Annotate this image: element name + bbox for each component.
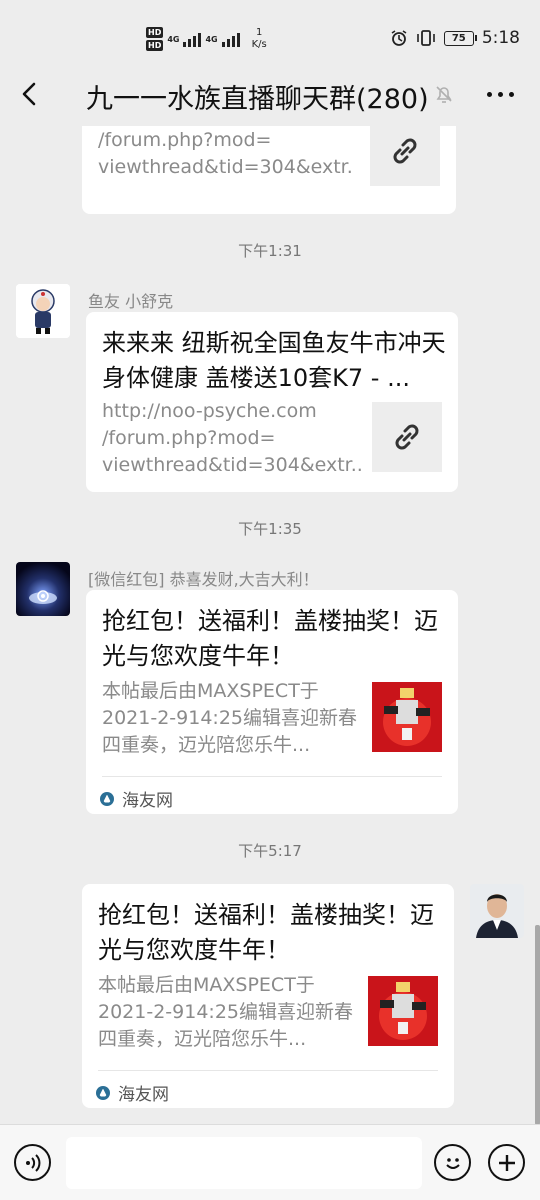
article-card-2[interactable]: 抢红包！送福利！盖楼抽奖！迈光与您欢度牛年！ 本帖最后由MAXSPECT于202… xyxy=(82,884,454,1108)
alarm-icon xyxy=(391,30,407,46)
link-url: http://noo-psyche.com /forum.php?mod= vi… xyxy=(102,400,362,476)
card-divider xyxy=(98,1070,438,1071)
avatar[interactable] xyxy=(16,284,70,338)
article-thumbnail xyxy=(372,682,442,752)
sender-name: 鱼友 小舒克 xyxy=(88,292,174,311)
nav-bar: 九一一水族直播聊天群(280) xyxy=(0,62,540,126)
back-button[interactable] xyxy=(16,76,46,112)
emoji-icon xyxy=(445,1157,460,1169)
source-name: 海友网 xyxy=(118,1085,169,1105)
article-desc: 本帖最后由MAXSPECT于2021-2-914:25编辑喜迎新春四重奏，迈光陪… xyxy=(98,974,353,1050)
link-icon xyxy=(393,138,417,164)
article-title: 抢红包！送福利！盖楼抽奖！迈光与您欢度牛年！ xyxy=(102,607,438,670)
person-avatar-image xyxy=(470,884,524,938)
timestamp: 下午1:31 xyxy=(238,242,302,260)
aquarium-avatar-image xyxy=(16,562,70,616)
clock: 5:18 xyxy=(481,28,520,48)
vibrate-icon xyxy=(417,30,435,46)
source-name: 海友网 xyxy=(122,791,173,811)
network-speed: 1 K/s xyxy=(252,27,267,51)
mute-indicator xyxy=(432,82,456,106)
red-envelope-image xyxy=(368,976,438,1046)
plus-button[interactable] xyxy=(488,1144,525,1181)
signal-icon xyxy=(183,31,202,47)
emoji-button[interactable] xyxy=(434,1144,471,1181)
hd-badge-1: HD xyxy=(146,27,164,38)
input-bar xyxy=(0,1124,540,1200)
status-bar: HD HD 4G 4G 1 K/s 75 5:18 xyxy=(0,0,540,60)
hd-badge-2: HD xyxy=(146,40,164,51)
article-source: 海友网 xyxy=(96,1080,169,1105)
battery-icon: 75 xyxy=(443,30,477,46)
link-url: http://noo-psyche.com /forum.php?mod= vi… xyxy=(98,129,354,178)
bell-off-icon xyxy=(436,86,452,103)
battery-level: 75 xyxy=(451,32,466,44)
message-input[interactable] xyxy=(66,1137,422,1189)
article-thumbnail xyxy=(368,976,438,1046)
link-icon xyxy=(395,424,419,450)
hd-badges: HD HD xyxy=(146,27,164,51)
plus-icon xyxy=(498,1154,515,1171)
speed-unit: K/s xyxy=(251,39,267,50)
link-card-1[interactable]: http://noo-psyche.com /forum.php?mod= vi… xyxy=(82,126,456,214)
more-dots-icon[interactable] xyxy=(487,92,514,97)
scrollbar[interactable] xyxy=(535,925,540,1125)
voice-button[interactable] xyxy=(14,1144,51,1181)
link-card-2[interactable]: 来来来 纽斯祝全国鱼友牛市冲天 身体健康 盖楼送10套K7 - ... http… xyxy=(86,312,458,492)
my-avatar[interactable] xyxy=(470,884,524,938)
link-thumbnail xyxy=(370,126,440,186)
article-source: 海友网 xyxy=(100,786,173,811)
speed-value: 1 xyxy=(256,27,263,38)
chat-area[interactable]: http://noo-psyche.com /forum.php?mod= vi… xyxy=(0,126,540,1126)
network-type-2: 4G xyxy=(205,34,218,44)
link-title: 来来来 纽斯祝全国鱼友牛市冲天 身体健康 盖楼送10套K7 - ... xyxy=(102,329,446,392)
sender-name: [微信红包] 恭喜发财,大吉大利！ xyxy=(88,570,319,589)
timestamp: 下午1:35 xyxy=(238,520,302,538)
source-logo-icon xyxy=(100,791,114,806)
status-right: 75 5:18 xyxy=(390,28,520,48)
cartoon-avatar-image xyxy=(16,284,70,338)
avatar[interactable] xyxy=(16,562,70,616)
link-thumbnail xyxy=(372,402,442,472)
status-left: HD HD 4G 4G 1 K/s xyxy=(146,24,267,54)
card-divider xyxy=(102,776,442,777)
chevron-left-icon xyxy=(22,82,36,106)
red-envelope-image xyxy=(372,682,442,752)
article-card-1[interactable]: 抢红包！送福利！盖楼抽奖！迈光与您欢度牛年！ 本帖最后由MAXSPECT于202… xyxy=(86,590,458,814)
network-type-1: 4G xyxy=(167,34,180,44)
timestamp: 下午5:17 xyxy=(238,842,302,860)
voice-icon xyxy=(25,1153,40,1172)
article-title: 抢红包！送福利！盖楼抽奖！迈光与您欢度牛年！ xyxy=(98,901,434,964)
signal-icon-2 xyxy=(221,31,240,47)
article-desc: 本帖最后由MAXSPECT于2021-2-914:25编辑喜迎新春四重奏，迈光陪… xyxy=(102,680,357,756)
chat-title: 九一一水族直播聊天群(280) xyxy=(86,84,429,115)
source-logo-icon xyxy=(96,1085,110,1100)
